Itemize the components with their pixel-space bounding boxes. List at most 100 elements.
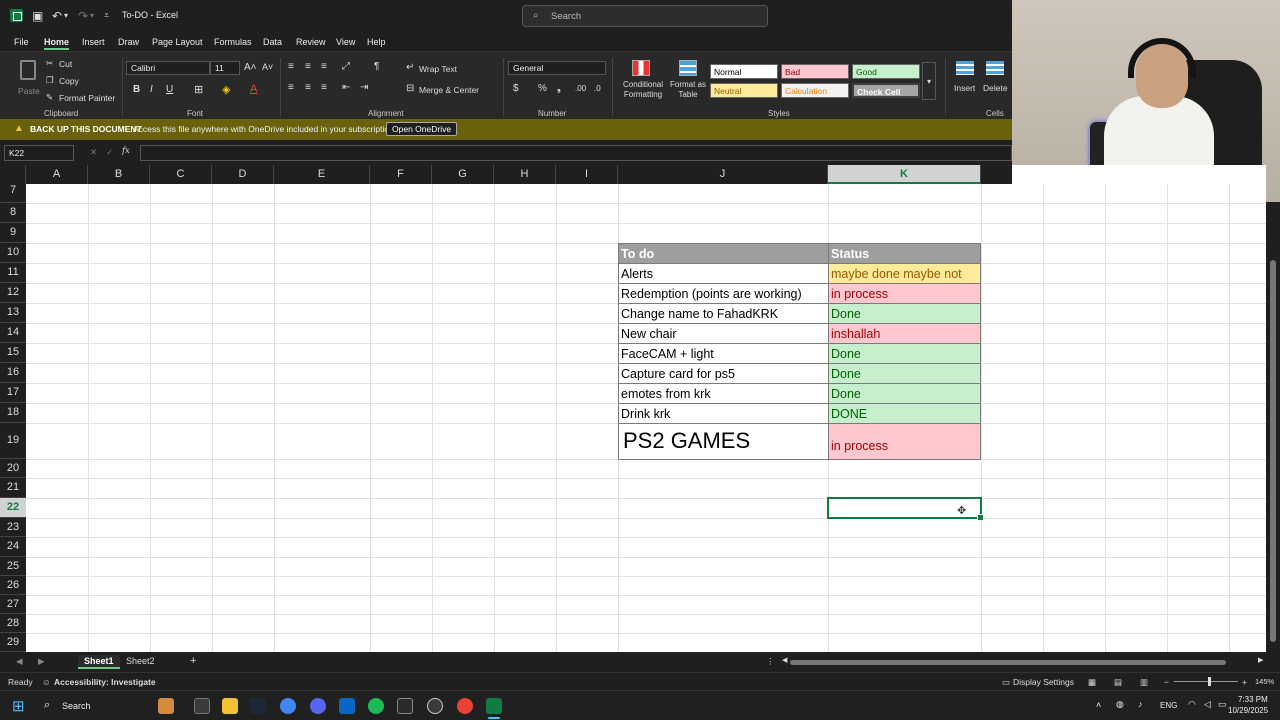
save-icon[interactable]: ▣ <box>32 9 43 23</box>
font-color-icon[interactable]: A <box>250 83 257 95</box>
chrome-profile-icon[interactable] <box>457 698 473 714</box>
task-cell[interactable]: PS2 GAMES <box>618 423 829 460</box>
obs-icon[interactable] <box>427 698 443 714</box>
task-cell[interactable]: FaceCAM + light <box>618 343 829 364</box>
sheet-tab-sheet2[interactable]: Sheet2 <box>120 655 161 667</box>
task-cell[interactable]: Capture card for ps5 <box>618 363 829 384</box>
column-header-g[interactable]: G <box>432 165 494 184</box>
style-neutral[interactable]: Neutral <box>710 83 778 98</box>
row-header[interactable]: 18 <box>0 403 26 423</box>
formula-input[interactable] <box>140 145 1012 161</box>
spotify-icon[interactable] <box>368 698 384 714</box>
task-cell[interactable]: Redemption (points are working) <box>618 283 829 304</box>
search-box[interactable]: ⌕ Search <box>522 5 768 27</box>
task-cell[interactable]: Change name to FahadKRK <box>618 303 829 324</box>
clock-date[interactable]: 10/29/2025 <box>1228 706 1268 715</box>
column-header-h[interactable]: H <box>494 165 556 184</box>
worksheet-grid[interactable]: A B C D E F G H I J K 7 8 9 10 11 12 13 <box>0 165 1266 652</box>
volume-icon[interactable]: ◁ <box>1204 699 1211 710</box>
row-header[interactable]: 14 <box>0 323 26 343</box>
row-header[interactable]: 22 <box>0 498 26 518</box>
status-cell[interactable]: Done <box>828 363 981 384</box>
copy-button[interactable]: Copy <box>59 76 79 86</box>
column-header-l[interactable] <box>981 165 1012 184</box>
copy-icon[interactable]: ❐ <box>46 75 54 86</box>
increase-decimal-icon[interactable]: .00 <box>575 84 586 93</box>
align-top-icon[interactable]: ≡ <box>288 61 294 72</box>
row-header[interactable]: 17 <box>0 383 26 403</box>
status-cell[interactable]: Done <box>828 303 981 324</box>
align-bottom-icon[interactable]: ≡ <box>321 61 327 72</box>
format-as-table-button[interactable]: Format as Table <box>668 58 708 102</box>
page-break-view-icon[interactable]: ▥ <box>1140 677 1148 688</box>
outlook-icon[interactable] <box>339 698 355 714</box>
font-size-dropdown[interactable]: 11 <box>210 61 240 75</box>
task-cell[interactable]: New chair <box>618 323 829 344</box>
increase-font-icon[interactable]: A˄ <box>244 62 257 73</box>
style-check-cell[interactable]: Check Cell <box>852 83 920 98</box>
fill-color-icon[interactable]: ◈ <box>222 83 230 96</box>
tab-view[interactable]: View <box>336 37 355 47</box>
tab-data[interactable]: Data <box>263 37 282 47</box>
row-header[interactable]: 27 <box>0 595 26 614</box>
scroll-left-icon[interactable]: ◀ <box>782 656 787 664</box>
column-header-a[interactable]: A <box>26 165 88 184</box>
insert-function-icon[interactable]: fx <box>122 146 130 156</box>
task-cell[interactable]: Alerts <box>618 263 829 284</box>
file-explorer-icon[interactable] <box>222 698 238 714</box>
widgets-icon[interactable] <box>158 698 174 714</box>
row-header[interactable]: 20 <box>0 459 26 478</box>
zoom-in-icon[interactable]: + <box>1242 677 1247 687</box>
vertical-scrollbar[interactable] <box>1266 202 1280 652</box>
scroll-right-icon[interactable]: ▶ <box>1258 656 1263 664</box>
decrease-font-icon[interactable]: A˅ <box>262 62 273 72</box>
delete-cells-button[interactable]: Delete <box>981 58 1009 102</box>
task-cell[interactable]: Drink krk <box>618 403 829 424</box>
mic-tray-icon[interactable]: ♪ <box>1138 699 1143 709</box>
column-header-k[interactable]: K <box>828 165 981 184</box>
merge-center-icon[interactable]: ⊟ <box>406 83 414 94</box>
row-header[interactable]: 28 <box>0 614 26 633</box>
insert-cells-button[interactable]: Insert <box>952 58 978 102</box>
enter-icon[interactable]: ✓ <box>106 147 113 158</box>
format-painter-icon[interactable]: ✎ <box>46 92 53 103</box>
status-cell[interactable]: DONE <box>828 403 981 424</box>
wrap-text-icon[interactable]: ↵ <box>406 62 414 73</box>
row-header[interactable]: 19 <box>0 423 26 459</box>
undo-icon[interactable]: ↶ <box>52 9 62 23</box>
accessibility-status[interactable]: Accessibility: Investigate <box>54 677 156 687</box>
style-bad[interactable]: Bad <box>781 64 849 79</box>
percent-icon[interactable]: % <box>538 83 547 94</box>
decrease-decimal-icon[interactable]: .0 <box>594 84 601 93</box>
status-cell[interactable]: Done <box>828 343 981 364</box>
open-onedrive-button[interactable]: Open OneDrive <box>386 122 458 136</box>
discord-icon[interactable] <box>310 698 326 714</box>
currency-icon[interactable]: $ <box>513 83 519 94</box>
row-header[interactable]: 13 <box>0 303 26 323</box>
cut-button[interactable]: Cut <box>59 59 72 69</box>
accessibility-icon[interactable]: ☺ <box>42 677 51 687</box>
align-middle-icon[interactable]: ≡ <box>305 61 311 72</box>
column-header-j[interactable]: J <box>618 165 828 184</box>
table-header-todo[interactable]: To do <box>618 243 829 264</box>
page-layout-view-icon[interactable]: ▤ <box>1114 677 1122 688</box>
status-cell[interactable]: inshallah <box>828 323 981 344</box>
style-good[interactable]: Good <box>852 64 920 79</box>
tab-review[interactable]: Review <box>296 37 326 47</box>
text-direction-icon[interactable]: ¶ <box>374 61 379 72</box>
align-right-icon[interactable]: ≡ <box>321 82 327 93</box>
taskbar-search-label[interactable]: Search <box>62 701 91 711</box>
increase-indent-icon[interactable]: ⇥ <box>360 82 368 93</box>
chrome-icon[interactable] <box>280 698 296 714</box>
align-left-icon[interactable]: ≡ <box>288 82 294 93</box>
windows-start-icon[interactable]: ⊞ <box>12 697 25 715</box>
row-header[interactable]: 29 <box>0 633 26 652</box>
wrap-text-button[interactable]: Wrap Text <box>419 64 457 74</box>
clock-time[interactable]: 7:33 PM <box>1238 695 1268 704</box>
new-sheet-icon[interactable]: + <box>190 655 196 667</box>
excel-taskbar-icon[interactable] <box>486 698 502 714</box>
styles-gallery-more-button[interactable]: ▾ <box>922 62 936 100</box>
row-header[interactable]: 7 <box>0 184 26 203</box>
align-center-icon[interactable]: ≡ <box>305 82 311 93</box>
task-cell[interactable]: emotes from krk <box>618 383 829 404</box>
